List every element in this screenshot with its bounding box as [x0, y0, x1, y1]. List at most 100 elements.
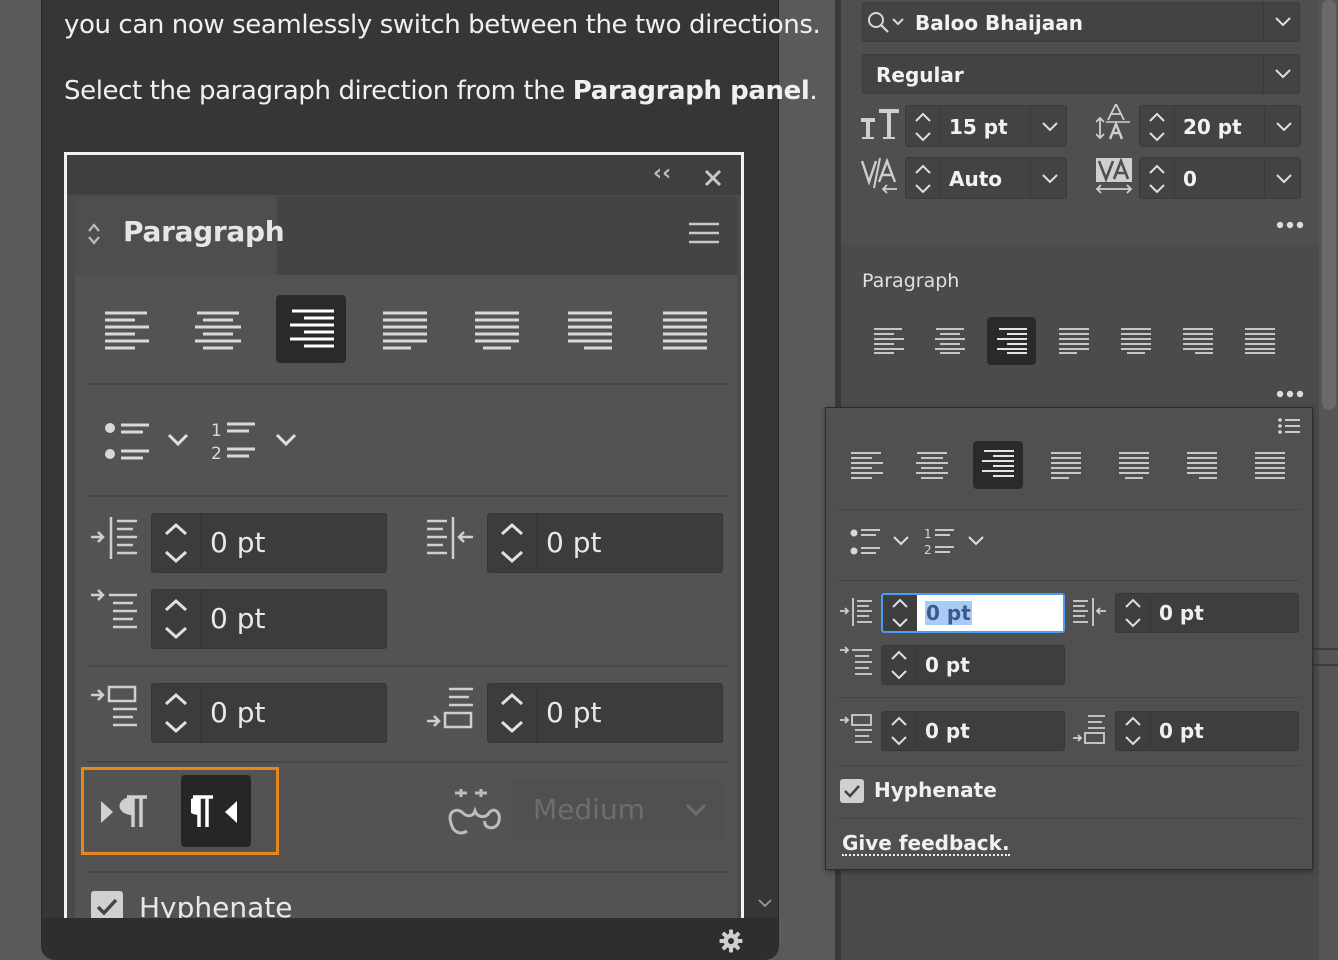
popup-space-before-field[interactable]: 0 pt — [881, 711, 1065, 751]
help-text-line1: you can now seamlessly switch between th… — [64, 10, 821, 40]
popup-bullet-dropdown-icon[interactable] — [893, 536, 909, 546]
left-indent-stepper[interactable] — [883, 595, 918, 631]
font-size-icon — [861, 109, 899, 139]
screenshot-hyphenate-checkbox — [91, 891, 123, 918]
separator — [838, 818, 1300, 819]
tracking-stepper[interactable] — [1140, 158, 1175, 198]
kashida-icon — [448, 789, 501, 835]
justify-all-icon[interactable] — [1245, 328, 1275, 354]
font-style-dropdown[interactable]: Regular — [862, 54, 1300, 94]
popup-justify-left-icon[interactable] — [1051, 452, 1081, 480]
popup-justify-all-icon[interactable] — [1255, 452, 1285, 480]
first-indent-value: 0 pt — [925, 653, 970, 677]
left-indent-input[interactable]: 0 pt — [917, 595, 1063, 631]
justify-center-icon[interactable] — [1121, 328, 1151, 354]
stepper-icon — [915, 112, 931, 142]
popup-right-indent-field[interactable]: 0 pt — [1115, 593, 1299, 633]
font-family-dropdown[interactable]: Baloo Bhaijaan — [862, 2, 1300, 42]
separator — [838, 509, 1300, 510]
align-right-icon[interactable] — [997, 328, 1027, 354]
space-before-value: 0 pt — [925, 719, 970, 743]
align-right-icon — [290, 309, 334, 348]
font-style-dropdown-button[interactable] — [1263, 55, 1300, 93]
justify-right-icon[interactable] — [1183, 328, 1213, 354]
leading-value: 20 pt — [1183, 115, 1242, 139]
font-size-stepper[interactable] — [906, 106, 941, 146]
kashida-dropdown: Medium — [513, 779, 723, 841]
popup-numbered-dropdown-icon[interactable] — [968, 536, 984, 546]
gear-icon[interactable] — [719, 929, 743, 953]
panel-scrollbar[interactable] — [1322, 0, 1336, 410]
first-indent-stepper[interactable] — [882, 646, 917, 684]
stepper-icon — [1149, 112, 1165, 142]
separator — [838, 580, 1300, 581]
separator — [87, 761, 727, 763]
space-after-value: 0 pt — [1159, 719, 1204, 743]
field-value: 0 pt — [210, 526, 266, 559]
paragraph-more-options-icon[interactable] — [1276, 390, 1306, 398]
list-menu-icon[interactable] — [1278, 418, 1300, 434]
leading-field[interactable]: 20 pt — [1139, 105, 1301, 147]
right-indent-stepper[interactable] — [1116, 594, 1151, 632]
popup-align-center-icon[interactable] — [916, 452, 948, 480]
popup-left-indent-field[interactable]: 0 pt — [881, 593, 1065, 633]
stepper-icon — [1125, 598, 1141, 628]
bullet-list-icon — [105, 423, 149, 460]
stepper — [488, 514, 537, 572]
popup-align-right-icon[interactable] — [982, 450, 1014, 478]
space-before-icon — [91, 685, 137, 727]
leading-dropdown-button[interactable] — [1264, 106, 1301, 146]
popup-first-indent-field[interactable]: 0 pt — [881, 645, 1065, 685]
first-line-indent-icon — [91, 589, 137, 629]
popup-first-line-indent-icon — [840, 646, 872, 675]
kerning-dropdown-button[interactable] — [1030, 158, 1067, 198]
popup-numbered-list-icon[interactable]: 12 — [924, 526, 956, 556]
space-after-icon — [427, 687, 473, 729]
tracking-dropdown-button[interactable] — [1264, 158, 1301, 198]
align-left-icon[interactable] — [874, 328, 904, 354]
popup-space-after-field[interactable]: 0 pt — [1115, 711, 1299, 751]
font-family-dropdown-button[interactable] — [1263, 3, 1300, 41]
screenshot-titlebar: ‹‹ — [67, 155, 741, 195]
space-after-stepper[interactable] — [1116, 712, 1151, 750]
tracking-field[interactable]: 0 — [1139, 157, 1301, 199]
justify-left-icon[interactable] — [1059, 328, 1089, 354]
popup-right-indent-icon — [1073, 598, 1106, 626]
popup-justify-center-icon[interactable] — [1119, 452, 1149, 480]
separator — [87, 871, 727, 873]
leading-stepper[interactable] — [1140, 106, 1175, 146]
tracking-icon — [1095, 158, 1133, 194]
kerning-field[interactable]: Auto — [905, 157, 1067, 199]
popup-bullet-list-icon[interactable] — [850, 528, 882, 556]
svg-text:1: 1 — [924, 527, 932, 541]
separator — [838, 765, 1300, 766]
kerning-stepper[interactable] — [906, 158, 941, 198]
ltr-direction-icon — [101, 795, 147, 827]
align-center-icon[interactable] — [935, 328, 965, 354]
justify-center-icon — [475, 311, 519, 350]
more-options-icon[interactable] — [1276, 221, 1306, 229]
svg-text:2: 2 — [211, 444, 222, 461]
rtl-direction-icon — [191, 795, 237, 827]
field-value: 0 pt — [210, 696, 266, 729]
justify-left-icon — [383, 311, 427, 350]
popup-justify-right-icon[interactable] — [1187, 452, 1217, 480]
font-size-dropdown-button[interactable] — [1030, 106, 1067, 146]
stepper-icon — [500, 692, 524, 734]
popup-align-left-icon[interactable] — [851, 452, 883, 480]
hyphenate-label: Hyphenate — [874, 778, 997, 802]
left-indent-icon — [91, 517, 137, 559]
font-size-field[interactable]: 15 pt — [905, 105, 1067, 147]
scroll-down-icon[interactable] — [758, 898, 772, 908]
stepper-icon — [891, 716, 907, 746]
bullet-dropdown-icon — [167, 433, 189, 447]
paragraph-section-title: Paragraph — [862, 270, 960, 292]
give-feedback-link[interactable]: Give feedback. — [842, 832, 1010, 856]
field-value: 0 pt — [546, 696, 602, 729]
hyphenate-checkbox[interactable] — [840, 779, 864, 803]
chevron-down-icon — [1276, 122, 1292, 132]
screenshot-first-indent-field: 0 pt — [151, 589, 387, 649]
align-left-icon — [105, 311, 149, 350]
separator — [87, 495, 727, 497]
space-before-stepper[interactable] — [882, 712, 917, 750]
